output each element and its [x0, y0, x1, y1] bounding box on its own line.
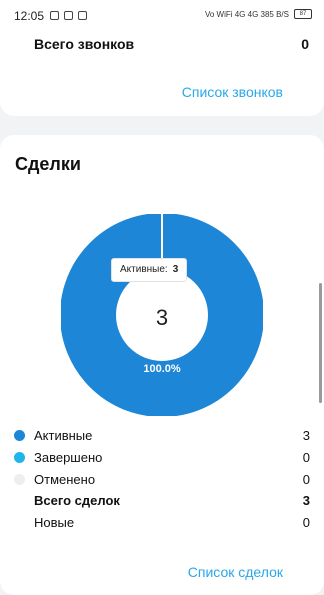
donut-center-value: 3	[155, 305, 169, 330]
donut-percent-label: 100.0%	[143, 363, 181, 375]
calls-card: Всего звонков 0 Список звонков	[0, 20, 324, 116]
legend-row-completed[interactable]: Завершено 0	[0, 449, 324, 469]
legend-dot-completed	[14, 452, 25, 463]
notification-icon	[50, 11, 59, 20]
status-time: 12:05	[14, 9, 45, 23]
legend-value: 3	[302, 428, 310, 443]
status-indicators: Vo WiFi 4G 4G 385 B/S 87	[205, 9, 312, 19]
notification-icon	[78, 11, 87, 20]
new-deals-label: Новые	[34, 515, 75, 530]
deals-list-link[interactable]: Список сделок	[188, 564, 283, 580]
total-calls-value: 0	[301, 36, 309, 52]
legend-dot-active	[14, 430, 25, 441]
section-title: Сделки	[15, 154, 81, 174]
legend-label: Отменено	[34, 472, 96, 487]
legend-row-cancelled[interactable]: Отменено 0	[0, 471, 324, 491]
calls-list-link[interactable]: Список звонков	[182, 84, 283, 100]
legend-value: 0	[302, 450, 310, 465]
legend-row-active[interactable]: Активные 3	[0, 427, 324, 447]
battery-icon: 87	[294, 9, 312, 19]
new-deals-row: Новые 0	[0, 514, 324, 534]
scrollbar[interactable]	[319, 283, 322, 403]
legend-value: 0	[302, 472, 310, 487]
network-status-text: Vo WiFi 4G 4G 385 B/S	[204, 9, 289, 19]
legend-label: Активные	[34, 428, 93, 443]
chart-tooltip: Активные: 3	[111, 258, 188, 282]
total-deals-value: 3	[302, 493, 310, 508]
status-bar: 12:05 Vo WiFi 4G 4G 385 B/S 87	[0, 0, 324, 34]
tooltip-label: Активные:	[120, 264, 168, 275]
legend-label: Завершено	[34, 450, 103, 465]
total-calls-label: Всего звонков	[34, 36, 135, 52]
legend-dot-cancelled	[14, 474, 25, 485]
tooltip-value: 3	[172, 264, 179, 275]
notification-icon	[64, 11, 73, 20]
deals-card: Сделки 3 100.0% Активные: 3 Активные 3 За…	[0, 135, 324, 595]
notification-icons	[50, 11, 87, 20]
new-deals-value: 0	[302, 515, 310, 530]
total-deals-label: Всего сделок	[34, 493, 120, 508]
total-deals-row: Всего сделок 3	[0, 492, 324, 512]
